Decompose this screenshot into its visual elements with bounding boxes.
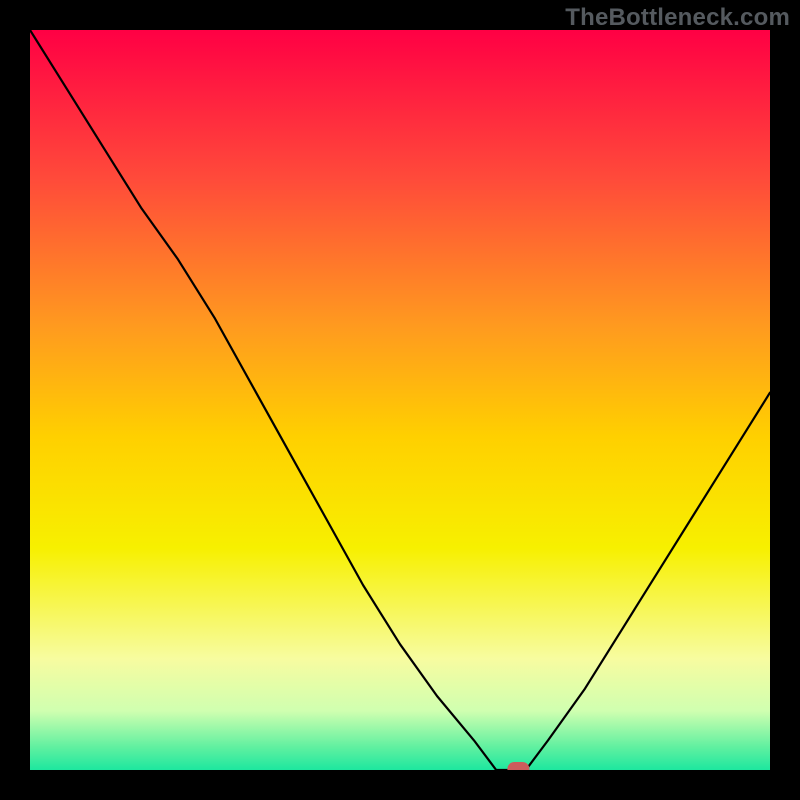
chart-background	[30, 30, 770, 770]
chart-plot-area	[30, 30, 770, 770]
optimum-marker	[507, 762, 529, 770]
chart-svg	[30, 30, 770, 770]
watermark-text: TheBottleneck.com	[565, 4, 790, 32]
bottleneck-chart-figure: TheBottleneck.com	[0, 0, 800, 800]
